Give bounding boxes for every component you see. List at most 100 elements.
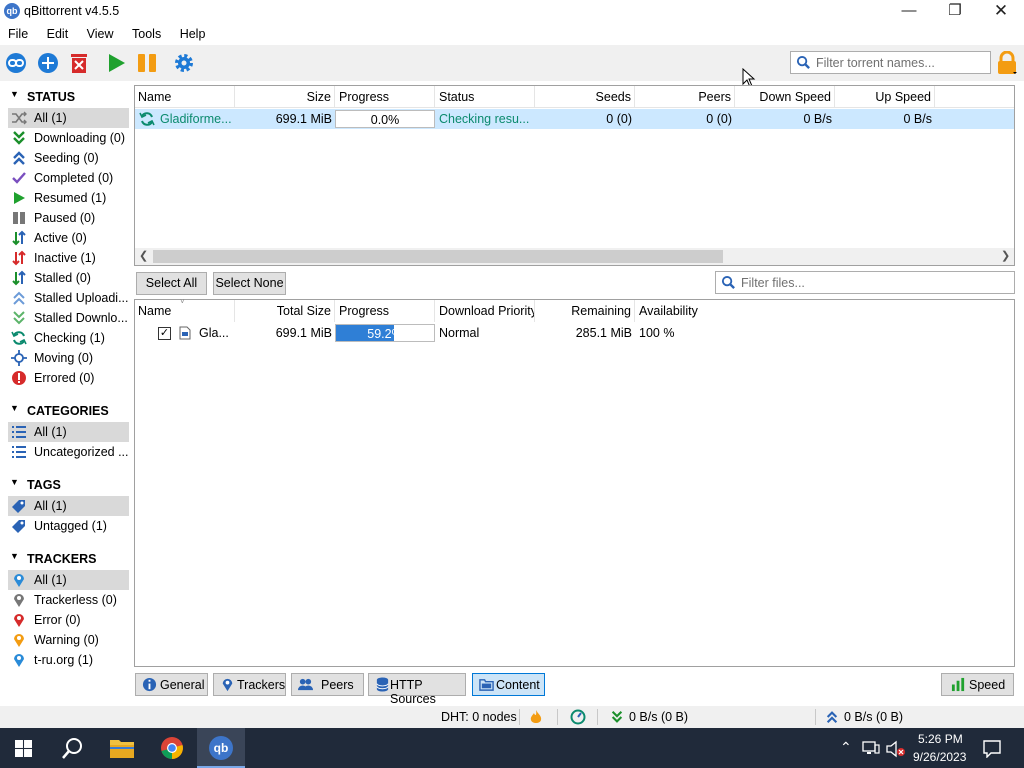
menu-tools[interactable]: Tools — [132, 24, 161, 41]
menu-view[interactable]: View — [87, 24, 114, 41]
file-explorer-button[interactable] — [98, 728, 146, 768]
column-header-status[interactable]: Status — [435, 86, 535, 108]
column-header-progress[interactable]: Progress — [335, 86, 435, 108]
taskbar-search-button[interactable] — [48, 728, 96, 768]
add-torrent-icon[interactable] — [36, 51, 60, 75]
status-item-moving[interactable]: Moving (0) — [8, 348, 129, 368]
select-none-button[interactable]: Select None — [213, 272, 286, 295]
notifications-icon[interactable] — [982, 739, 1002, 758]
file-column-header-remaining[interactable]: Remaining — [535, 300, 635, 322]
tag-item-untagged[interactable]: Untagged (1) — [8, 516, 129, 536]
options-gear-icon[interactable] — [172, 51, 196, 75]
file-column-header-availability[interactable]: Availability — [635, 300, 735, 322]
status-item-completed[interactable]: Completed (0) — [8, 168, 129, 188]
status-item-stalled-downloading[interactable]: Stalled Downlo... — [8, 308, 129, 328]
restore-button[interactable]: ❐ — [932, 0, 978, 24]
file-column-header-total-size[interactable]: Total Size — [235, 300, 335, 322]
tags-section-header[interactable]: ▼ TAGS — [8, 474, 130, 494]
windows-start-button[interactable] — [0, 728, 48, 768]
column-header-up-speed[interactable]: Up Speed — [835, 86, 935, 108]
torrent-row[interactable]: Gladiforme... 699.1 MiB 0.0% Checking re… — [135, 109, 1014, 129]
column-header-peers[interactable]: Peers — [635, 86, 735, 108]
menu-file[interactable]: File — [8, 24, 28, 41]
column-header-name[interactable]: Name — [135, 86, 235, 108]
add-link-icon[interactable] — [4, 51, 28, 75]
file-checkbox[interactable]: ✓ — [158, 327, 171, 340]
tag-item-all[interactable]: All (1) — [8, 496, 129, 516]
volume-muted-icon[interactable] — [886, 740, 906, 758]
close-button[interactable]: ✕ — [978, 0, 1024, 24]
trackers-section-header[interactable]: ▼ TRACKERS — [8, 548, 130, 568]
tracker-item-warning[interactable]: Warning (0) — [8, 630, 129, 650]
checking-icon — [11, 331, 27, 345]
torrent-filter-input[interactable]: Filter torrent names... — [790, 51, 991, 74]
tab-content[interactable]: Content — [472, 673, 545, 696]
category-item-uncategorized[interactable]: Uncategorized ... — [8, 442, 129, 462]
file-filter-input[interactable]: Filter files... — [715, 271, 1015, 294]
status-item-downloading[interactable]: Downloading (0) — [8, 128, 129, 148]
status-item-errored[interactable]: Errored (0) — [8, 368, 129, 388]
lock-icon[interactable] — [996, 51, 1018, 75]
tracker-item-error[interactable]: Error (0) — [8, 610, 129, 630]
status-item-all[interactable]: All (1) — [8, 108, 129, 128]
tab-trackers[interactable]: Trackers — [213, 673, 286, 696]
upload-speed-status[interactable]: 0 B/s (0 B) — [844, 710, 903, 724]
category-item-all[interactable]: All (1) — [8, 422, 129, 442]
list-icon — [12, 426, 26, 438]
scroll-left-icon[interactable]: ❮ — [139, 249, 148, 262]
chrome-button[interactable] — [148, 728, 196, 768]
file-availability: 100 % — [639, 326, 675, 340]
minimize-button[interactable]: — — [886, 0, 932, 24]
horizontal-scrollbar[interactable]: ❮ ❯ — [135, 248, 1014, 265]
column-header-size[interactable]: Size — [235, 86, 335, 108]
speed-button[interactable]: Speed — [941, 673, 1014, 696]
file-filter-placeholder: Filter files... — [741, 276, 805, 290]
clock-date[interactable]: 9/26/2023 — [913, 750, 966, 764]
status-section-header[interactable]: ▼ STATUS — [8, 86, 130, 106]
tracker-item-t-ru-org[interactable]: t-ru.org (1) — [8, 650, 129, 670]
shuffle-icon — [12, 111, 27, 125]
status-item-stalled[interactable]: Stalled (0) — [8, 268, 129, 288]
status-item-paused[interactable]: Paused (0) — [8, 208, 129, 228]
scrollbar-thumb[interactable] — [153, 250, 723, 263]
flame-icon[interactable] — [529, 709, 543, 725]
categories-section-header[interactable]: ▼ CATEGORIES — [8, 400, 130, 420]
network-icon[interactable] — [862, 740, 880, 756]
pause-icon[interactable] — [135, 51, 159, 75]
column-header-seeds[interactable]: Seeds — [535, 86, 635, 108]
resume-icon[interactable] — [104, 51, 128, 75]
status-item-resumed[interactable]: Resumed (1) — [8, 188, 129, 208]
tracker-item-all[interactable]: All (1) — [8, 570, 129, 590]
status-item-seeding[interactable]: Seeding (0) — [8, 148, 129, 168]
file-column-header-progress[interactable]: Progress — [335, 300, 435, 322]
scroll-right-icon[interactable]: ❯ — [1001, 249, 1010, 262]
menu-help[interactable]: Help — [180, 24, 206, 41]
show-hidden-icons-chevron-icon[interactable]: ⌃ — [840, 739, 852, 756]
select-all-button[interactable]: Select All — [136, 272, 207, 295]
tab-peers[interactable]: Peers — [291, 673, 364, 696]
column-header-down-speed[interactable]: Down Speed — [735, 86, 835, 108]
status-item-label: Stalled Downlo... — [34, 311, 128, 325]
speed-limit-icon[interactable] — [570, 709, 586, 725]
file-column-header-name[interactable]: Name ˅ — [135, 297, 235, 322]
menu-edit[interactable]: Edit — [47, 24, 69, 41]
search-icon — [721, 275, 735, 289]
tab-http-sources[interactable]: HTTP Sources — [368, 673, 466, 706]
download-speed-status[interactable]: 0 B/s (0 B) — [629, 710, 688, 724]
qbittorrent-icon: qb — [209, 736, 233, 760]
column-header-extra[interactable] — [935, 86, 1014, 108]
status-item-checking[interactable]: Checking (1) — [8, 328, 129, 348]
download-icon — [13, 131, 25, 145]
status-section-title: STATUS — [27, 90, 76, 104]
tag-icon — [12, 520, 25, 533]
status-item-stalled-uploading[interactable]: Stalled Uploadi... — [8, 288, 129, 308]
qbittorrent-taskbar-button[interactable]: qb — [197, 728, 245, 768]
tab-general[interactable]: General — [135, 673, 208, 696]
file-row[interactable]: ✓ Gla... 699.1 MiB 59.2% Normal 285.1 Mi… — [135, 323, 1014, 343]
status-item-inactive[interactable]: Inactive (1) — [8, 248, 129, 268]
clock-time[interactable]: 5:26 PM — [918, 732, 963, 746]
status-item-active[interactable]: Active (0) — [8, 228, 129, 248]
delete-icon[interactable] — [67, 51, 91, 75]
file-column-header-priority[interactable]: Download Priority — [435, 300, 535, 322]
tracker-item-trackerless[interactable]: Trackerless (0) — [8, 590, 129, 610]
